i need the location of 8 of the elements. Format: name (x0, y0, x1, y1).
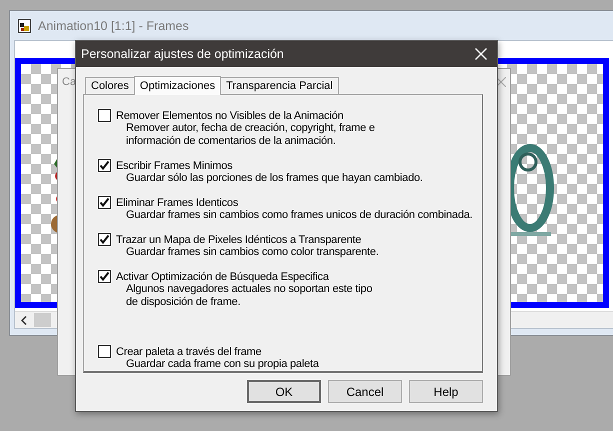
window-title: Animation10 [1:1] - Frames (38, 18, 189, 32)
option-description: Guardar cada frame con su propia paleta (125, 358, 319, 371)
option-description: Remover autor, fecha de creación, copyright, frame e información de comentarios de la animación. (125, 122, 375, 148)
dialog-title: Personalizar ajustes de optimización (81, 47, 284, 61)
option-description: Guardar sólo las porciones de los frames que hayan cambiado. (125, 172, 423, 185)
option-description: Guardar frames sin cambios como frames unicos de duración combinada. (125, 209, 473, 222)
option-description: Algunos navegadores actuales no soportan este tipo de disposición de frame. (125, 283, 372, 309)
option-description: Guardar frames sin cambios como color transparente. (125, 246, 379, 259)
